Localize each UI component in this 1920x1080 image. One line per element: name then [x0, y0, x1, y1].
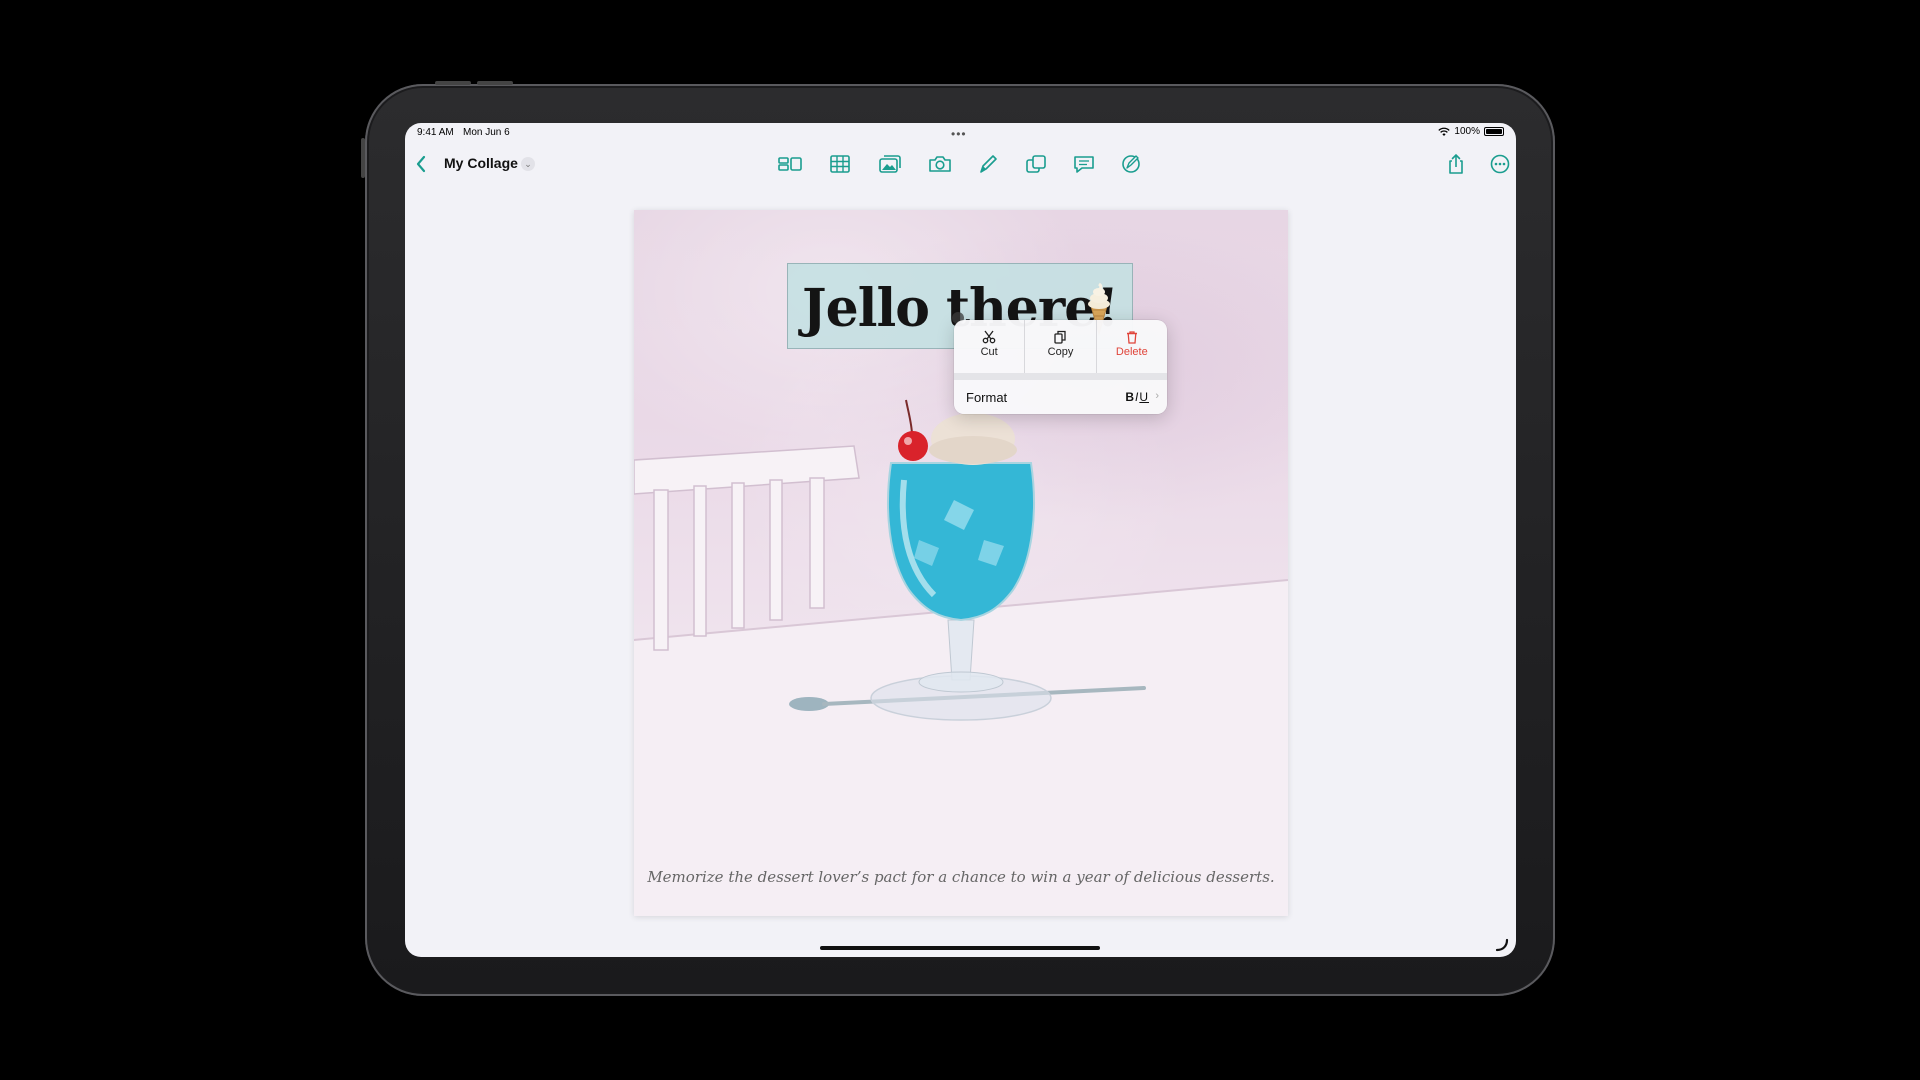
table-icon: [830, 155, 850, 173]
status-date: Mon Jun 6: [463, 127, 510, 138]
collage-canvas[interactable]: Jello there! Memorize the dessert lover’…: [634, 210, 1288, 916]
comment-icon: [1074, 156, 1094, 173]
copy-label: Copy: [1047, 346, 1074, 358]
collage-caption[interactable]: Memorize the dessert lover’s pact for a …: [634, 868, 1288, 886]
resize-handle-icon[interactable]: [1495, 938, 1509, 952]
cut-button[interactable]: Cut: [954, 320, 1026, 373]
volume-button: [435, 81, 471, 85]
markup-button[interactable]: [1118, 153, 1144, 175]
menu-separator: [954, 373, 1167, 380]
context-menu-actions: Cut Copy Delete: [954, 320, 1167, 373]
chevron-right-icon: ›: [1155, 390, 1159, 402]
more-icon: [1490, 154, 1510, 174]
battery-percent: 100%: [1454, 126, 1480, 137]
share-button[interactable]: [1443, 153, 1469, 175]
scissors-icon: [954, 330, 1024, 346]
copy-icon: [1025, 330, 1095, 346]
sidebar-view-button[interactable]: [777, 153, 803, 175]
camera-icon: [929, 156, 951, 172]
delete-label: Delete: [1115, 346, 1148, 358]
copy-button[interactable]: Copy: [1025, 320, 1097, 373]
format-menu-item[interactable]: Format BIU ›: [954, 380, 1167, 414]
more-button[interactable]: [1487, 153, 1513, 175]
table-button[interactable]: [827, 153, 853, 175]
back-button[interactable]: [413, 153, 429, 175]
format-label: Format: [966, 390, 1008, 405]
context-menu: Cut Copy Delete Format BIU ›: [954, 320, 1167, 414]
chevron-left-icon: [416, 155, 426, 173]
trash-icon: [1097, 330, 1167, 346]
document-title[interactable]: My Collage: [444, 155, 518, 171]
wifi-icon: [1438, 127, 1451, 136]
power-button: [477, 81, 513, 85]
battery-icon: [1484, 127, 1504, 136]
camera-button[interactable]: [927, 153, 953, 175]
share-icon: [1449, 153, 1463, 174]
delete-button[interactable]: Delete: [1097, 320, 1167, 373]
pencil-icon: [980, 155, 997, 173]
media-button[interactable]: [877, 153, 903, 175]
markup-icon: [1122, 155, 1140, 173]
multitasking-dots[interactable]: •••: [951, 127, 967, 141]
pencil-button[interactable]: [975, 153, 1001, 175]
comment-button[interactable]: [1071, 153, 1097, 175]
format-styles: BIU: [1125, 390, 1149, 404]
side-button: [361, 138, 365, 178]
home-indicator[interactable]: [820, 946, 1100, 950]
media-icon: [879, 155, 901, 173]
title-menu-button[interactable]: ⌄: [521, 157, 535, 171]
status-bar: 9:41 AM Mon Jun 6 ••• 100%: [405, 123, 1516, 143]
shapes-button[interactable]: [1023, 153, 1049, 175]
screen: 9:41 AM Mon Jun 6 ••• 100% My Collage ⌄: [405, 123, 1516, 957]
cut-label: Cut: [980, 346, 998, 358]
status-time: 9:41 AM: [417, 127, 454, 138]
sidebar-view-icon: [778, 157, 802, 171]
status-indicators: 100%: [1438, 126, 1504, 137]
toolbar: My Collage ⌄: [405, 143, 1516, 185]
shapes-icon: [1026, 155, 1046, 173]
